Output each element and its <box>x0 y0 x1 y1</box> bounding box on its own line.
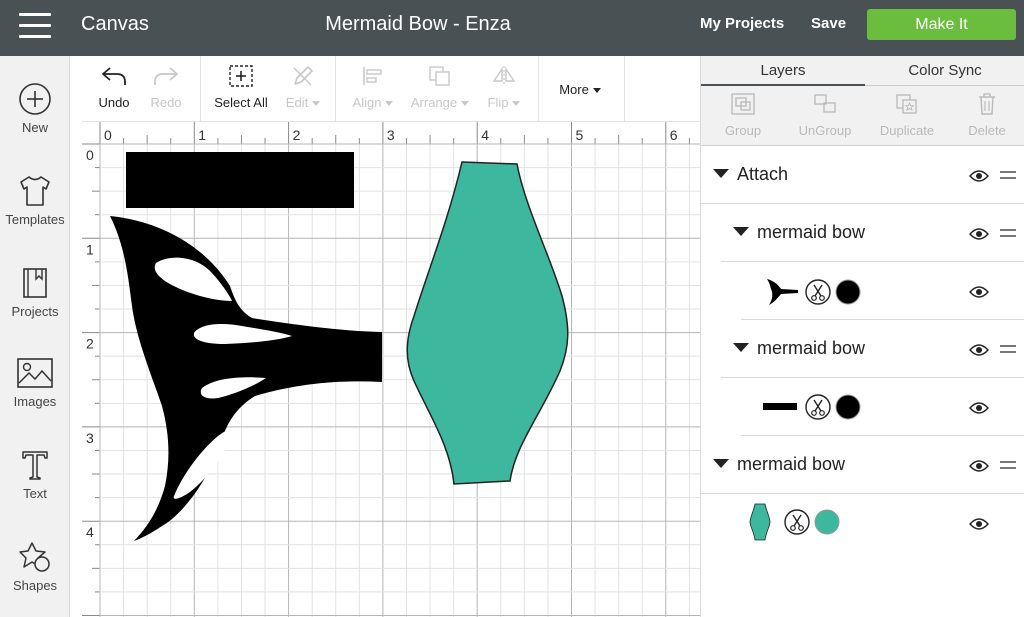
drag-handle-icon[interactable] <box>1000 461 1016 473</box>
tab-color-sync[interactable]: Color Sync <box>865 56 1024 86</box>
layer-group-mermaid-bow-1[interactable]: mermaid bow <box>721 205 1024 262</box>
sidebar-item-projects[interactable]: Projects <box>0 266 70 346</box>
ungroup-label: UnGroup <box>798 123 852 138</box>
layer-title-mermaid-bow-1: mermaid bow <box>733 222 865 243</box>
layer-group-mermaid-bow-2[interactable]: mermaid bow <box>721 321 1024 378</box>
delete-label: Delete <box>968 123 1006 138</box>
sidebar-label-new: New <box>21 120 48 135</box>
color-swatch-icon[interactable] <box>835 394 861 420</box>
layer-item-bow[interactable] <box>721 495 1024 552</box>
sidebar-label-images: Images <box>13 394 57 409</box>
eye-icon[interactable] <box>969 343 989 357</box>
duplicate-button[interactable]: Duplicate <box>877 92 937 138</box>
cut-scissors-icon[interactable] <box>784 509 810 535</box>
layer-title-mermaid-bow-3: mermaid bow <box>713 454 845 475</box>
color-swatch-icon[interactable] <box>835 279 861 305</box>
ruler-left-label: 0 <box>86 147 94 163</box>
ruler-top-label: 2 <box>293 127 301 143</box>
save-button[interactable]: Save <box>811 15 846 32</box>
top-bar: Canvas Mermaid Bow - Enza My Projects Sa… <box>0 0 1024 56</box>
collapse-triangle-icon <box>733 227 749 236</box>
ruler-left-label: 1 <box>86 241 94 257</box>
cut-scissors-icon[interactable] <box>805 394 831 420</box>
ungroup-button[interactable]: UnGroup <box>795 92 855 138</box>
group-button[interactable]: Group <box>719 92 767 138</box>
sidebar-label-shapes: Shapes <box>12 578 58 593</box>
trash-icon <box>979 93 995 115</box>
layer-group-attach[interactable]: Attach <box>701 147 1024 204</box>
eye-icon[interactable] <box>969 401 989 415</box>
ruler-left-label: 2 <box>86 336 94 352</box>
delete-button[interactable]: Delete <box>963 92 1011 138</box>
ruler-top-label: 4 <box>481 127 489 143</box>
drag-handle-icon[interactable] <box>1000 229 1016 241</box>
sidebar-item-shapes[interactable]: Shapes <box>0 540 70 617</box>
make-it-button[interactable]: Make It <box>867 9 1016 40</box>
cut-scissors-icon[interactable] <box>805 279 831 305</box>
image-icon <box>17 358 53 388</box>
eye-icon[interactable] <box>969 169 989 183</box>
eye-icon[interactable] <box>969 459 989 473</box>
group-icon <box>731 93 755 115</box>
sidebar-item-text[interactable]: Text <box>0 448 70 528</box>
sidebar-label-templates: Templates <box>5 212 65 227</box>
canvas-area: Undo Redo Select All Edit Align Arrange … <box>70 56 700 617</box>
ruler-top-label: 5 <box>576 127 584 143</box>
sidebar-label-projects: Projects <box>11 304 59 319</box>
my-projects-link[interactable]: My Projects <box>700 15 784 32</box>
group-label: Group <box>724 123 762 138</box>
left-ruler <box>82 122 100 617</box>
sidebar-label-text: Text <box>23 486 47 501</box>
left-sidebar: New Templates Projects Images Text Shape… <box>0 56 70 617</box>
sidebar-item-new[interactable]: New <box>0 82 70 162</box>
collapse-triangle-icon <box>713 169 729 178</box>
drag-handle-icon[interactable] <box>1000 345 1016 357</box>
layer-item-bar[interactable] <box>741 379 1024 436</box>
teal-bow-shape[interactable] <box>406 161 569 485</box>
sidebar-item-images[interactable]: Images <box>0 356 70 436</box>
panel-tabs: Layers Color Sync <box>701 56 1024 86</box>
ruler-top-label: 6 <box>670 127 678 143</box>
eye-icon[interactable] <box>969 517 989 531</box>
collapse-triangle-icon <box>733 343 749 352</box>
design-canvas[interactable]: 0 1 2 3 4 5 6 0 1 2 3 4 <box>70 56 700 617</box>
color-swatch-icon[interactable] <box>814 509 840 535</box>
ungroup-icon <box>814 94 836 113</box>
ruler-top-label: 0 <box>104 127 112 143</box>
eye-icon[interactable] <box>969 285 989 299</box>
plus-circle-icon <box>19 83 51 115</box>
layer-group-mermaid-bow-3[interactable]: mermaid bow <box>701 437 1024 494</box>
bow-thumbnail-icon <box>749 503 771 541</box>
sidebar-item-templates[interactable]: Templates <box>0 174 70 254</box>
tshirt-icon <box>20 176 50 206</box>
ruler-left-label: 3 <box>86 430 94 446</box>
layer-item-tail[interactable] <box>741 263 1024 320</box>
drag-handle-icon[interactable] <box>1000 171 1016 183</box>
ruler-left-label: 4 <box>86 524 94 540</box>
duplicate-icon <box>896 94 917 114</box>
app-window: Canvas Mermaid Bow - Enza My Projects Sa… <box>0 0 1024 617</box>
text-icon <box>22 451 48 480</box>
book-icon <box>23 268 47 298</box>
layer-title-mermaid-bow-2: mermaid bow <box>733 338 865 359</box>
layer-title-attach: Attach <box>713 164 788 185</box>
collapse-triangle-icon <box>713 459 729 468</box>
eye-icon[interactable] <box>969 227 989 241</box>
tail-thumbnail-icon <box>767 279 798 305</box>
shapes-icon <box>19 542 50 572</box>
ruler-top-label: 1 <box>198 127 206 143</box>
ruler-top-label: 3 <box>387 127 395 143</box>
tab-layers[interactable]: Layers <box>701 56 865 86</box>
layers-panel: Layers Color Sync Group UnGroup Duplicat… <box>700 56 1024 617</box>
bar-thumbnail-icon <box>763 403 797 410</box>
duplicate-label: Duplicate <box>879 123 935 138</box>
layer-actions-bar: Group UnGroup Duplicate Delete <box>701 86 1024 146</box>
black-bar-shape[interactable] <box>126 152 354 208</box>
